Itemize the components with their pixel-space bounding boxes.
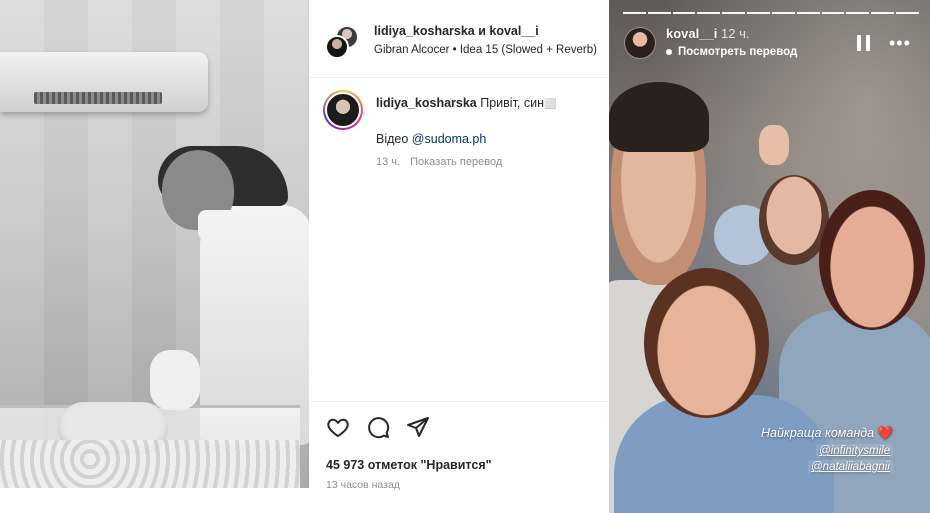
man-hair: [609, 82, 709, 152]
avatar: [325, 92, 361, 128]
caption-text: Привіт, син: [480, 96, 545, 110]
story-mention-1[interactable]: @infinitysmile: [816, 444, 894, 458]
progress-segment: [871, 12, 895, 14]
caption-emoji: ⬜: [544, 99, 557, 110]
post-photo[interactable]: [0, 0, 309, 488]
caption-username[interactable]: lidiya_kosharska: [376, 96, 477, 110]
progress-segment: [771, 12, 795, 14]
warmer-vent: [34, 92, 162, 104]
progress-segment: [672, 12, 696, 14]
comment-bubble-icon[interactable]: [366, 415, 390, 439]
likes-count[interactable]: 45 973 отметок "Нравится": [326, 458, 492, 472]
peace-sign-hand: [759, 125, 789, 165]
more-dots-icon[interactable]: •••: [889, 34, 911, 52]
globe-icon: [666, 48, 672, 55]
infant-warmer: [0, 52, 208, 112]
progress-segment: [722, 12, 746, 14]
progress-segment: [796, 12, 820, 14]
audio-track[interactable]: Gibran Alcocer • Idea 15 (Slowed + Rever…: [374, 44, 597, 56]
nurse-face: [819, 190, 925, 330]
heart-emoji-icon: ❤️: [877, 426, 894, 440]
caption-video-credit: Відео @sudoma.ph: [376, 132, 486, 146]
post-panel: lidiya_kosharska и koval__i Gibran Alcoc…: [309, 0, 609, 513]
progress-segment: [623, 12, 646, 14]
story-translate-button[interactable]: Посмотреть перевод: [666, 46, 797, 58]
show-translation-link[interactable]: Показать перевод: [410, 156, 502, 168]
post-usernames[interactable]: lidiya_kosharska и koval__i: [374, 24, 539, 38]
blanket: [0, 440, 300, 488]
caption: lidiya_kosharska Привіт, син⬜: [376, 96, 556, 110]
avatar[interactable]: [325, 35, 349, 59]
progress-segment: [821, 12, 845, 14]
story-sticker-text: Найкраща команда ❤️: [761, 426, 893, 441]
story-viewer[interactable]: koval__i 12 ч. Посмотреть перевод ••• На…: [609, 0, 930, 513]
divider: [309, 401, 609, 402]
story-mention-2[interactable]: @nataliiabagnii: [808, 460, 893, 474]
caption-meta: 13 ч. Показать перевод: [376, 156, 502, 168]
nurse-mask: [198, 210, 238, 240]
paper-plane-icon[interactable]: [406, 415, 430, 439]
post-header: lidiya_kosharska и koval__i Gibran Alcoc…: [309, 0, 609, 78]
story-username[interactable]: koval__i: [666, 26, 717, 41]
collab-avatars[interactable]: [325, 25, 359, 59]
story-time: 12 ч.: [721, 26, 750, 41]
pause-icon[interactable]: [857, 35, 871, 51]
nurse-face: [644, 268, 769, 418]
progress-segment: [747, 12, 770, 14]
gloved-hand: [150, 350, 200, 410]
progress-segment: [697, 12, 721, 14]
heart-outline-icon[interactable]: [326, 415, 350, 439]
caption-time: 13 ч.: [376, 156, 401, 168]
story-translate-label: Посмотреть перевод: [678, 46, 798, 58]
video-credit-label: Відео: [376, 132, 409, 146]
progress-segment: [846, 12, 870, 14]
caption-avatar[interactable]: [323, 90, 363, 130]
post-timestamp: 13 часов назад: [326, 479, 400, 491]
sticker-title: Найкраща команда: [761, 426, 875, 440]
mention-link[interactable]: @sudoma.ph: [412, 132, 487, 146]
progress-segment: [647, 12, 671, 14]
story-avatar[interactable]: [624, 27, 656, 59]
progress-segment: [896, 12, 919, 14]
story-progress-bar: [623, 12, 919, 15]
